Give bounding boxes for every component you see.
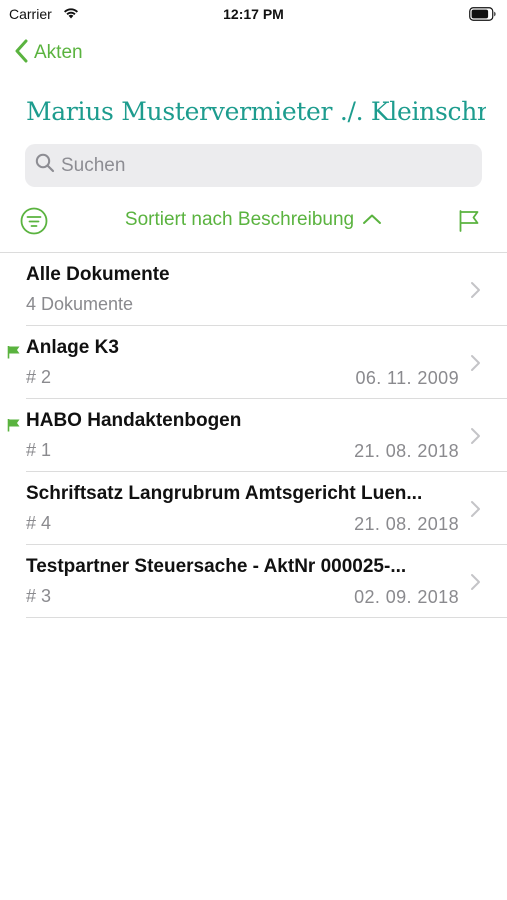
page-title: Marius Mustervermieter ./. Kleinschr… [26,97,486,126]
chevron-right-icon [470,354,481,377]
document-number: # 1 [26,440,52,460]
document-date: 02. 09. 2018 [354,587,459,607]
back-button[interactable]: Akten [14,38,83,68]
document-list: Alle Dokumente 4 Dokumente Anlage K3 # 2… [0,253,507,618]
document-subtitle: 4 Dokumente [26,294,134,314]
chevron-right-icon [470,573,481,596]
battery-icon [469,7,497,26]
document-title: Schriftsatz Langrubrum Amtsgericht Luen.… [26,483,423,504]
document-number: # 2 [26,367,52,387]
list-item[interactable]: HABO Handaktenbogen # 1 21. 08. 2018 [0,399,507,472]
flag-filled-icon [7,345,21,364]
document-title: HABO Handaktenbogen [26,410,242,431]
clock-time: 12:17 PM [223,6,284,22]
document-date: 21. 08. 2018 [354,514,459,534]
row-separator [26,617,507,618]
back-label: Akten [34,42,83,63]
chevron-right-icon [470,427,481,450]
chevron-left-icon [14,39,28,68]
document-title: Testpartner Steuersache - AktNr 000025-.… [26,556,407,577]
flag-outline-icon [458,210,480,237]
document-date: 06. 11. 2009 [355,368,459,388]
document-date: 21. 08. 2018 [354,441,459,461]
list-item[interactable]: Alle Dokumente 4 Dokumente [0,253,507,326]
document-title: Anlage K3 [26,337,119,358]
document-number: # 3 [26,586,52,606]
chevron-right-icon [470,500,481,523]
document-title: Alle Dokumente [26,264,170,285]
search-icon [35,153,55,178]
list-item[interactable]: Testpartner Steuersache - AktNr 000025-.… [0,545,507,618]
chevron-up-icon [362,212,382,230]
status-bar: Carrier 12:17 PM [0,0,507,28]
search-input[interactable] [61,154,461,177]
search-bar[interactable] [25,144,482,187]
list-item[interactable]: Schriftsatz Langrubrum Amtsgericht Luen.… [0,472,507,545]
flag-filter-button[interactable] [458,209,480,233]
flag-filled-icon [7,418,21,437]
chevron-right-icon [470,281,481,304]
list-item[interactable]: Anlage K3 # 2 06. 11. 2009 [0,326,507,399]
sort-label: Sortiert nach Beschreibung [124,209,355,230]
sort-button[interactable]: Sortiert nach Beschreibung [0,209,507,231]
document-number: # 4 [26,513,52,533]
